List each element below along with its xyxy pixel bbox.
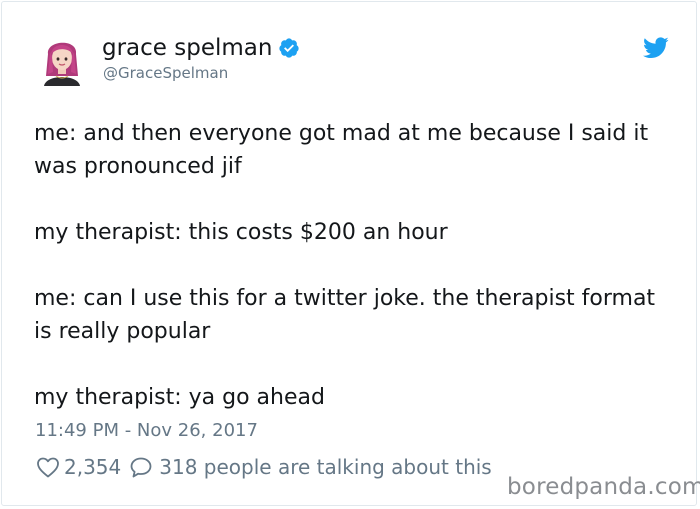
tweet-paragraph: me: and then everyone got mad at me beca… bbox=[34, 121, 649, 179]
tweet-paragraph: my therapist: this costs $200 an hour bbox=[34, 220, 448, 245]
tweet-text: me: and then everyone got mad at me beca… bbox=[34, 117, 674, 447]
tweet-paragraph: my therapist: ya go ahead bbox=[34, 385, 325, 410]
user-handle[interactable]: @GraceSpelman bbox=[103, 64, 228, 82]
tweet-card: grace spelman @GraceSpelman me: and then… bbox=[1, 1, 700, 506]
avatar[interactable] bbox=[38, 32, 86, 86]
watermark: boredpanda.com bbox=[507, 474, 700, 500]
speech-bubble-icon[interactable] bbox=[129, 456, 153, 478]
display-name-row: grace spelman bbox=[102, 34, 300, 62]
talking-count-text[interactable]: 318 people are talking about this bbox=[159, 455, 491, 479]
tweet-paragraph: me: can I use this for a twitter joke. t… bbox=[34, 286, 656, 344]
twitter-bird-icon[interactable] bbox=[643, 37, 669, 59]
tweet-actions: 2,354 318 people are talking about this bbox=[36, 455, 492, 479]
tweet-timestamp[interactable]: 11:49 PM - Nov 26, 2017 bbox=[35, 420, 258, 441]
like-count[interactable]: 2,354 bbox=[64, 455, 121, 479]
verified-badge-icon bbox=[279, 38, 300, 58]
heart-icon[interactable] bbox=[36, 456, 60, 478]
display-name[interactable]: grace spelman bbox=[102, 34, 272, 62]
